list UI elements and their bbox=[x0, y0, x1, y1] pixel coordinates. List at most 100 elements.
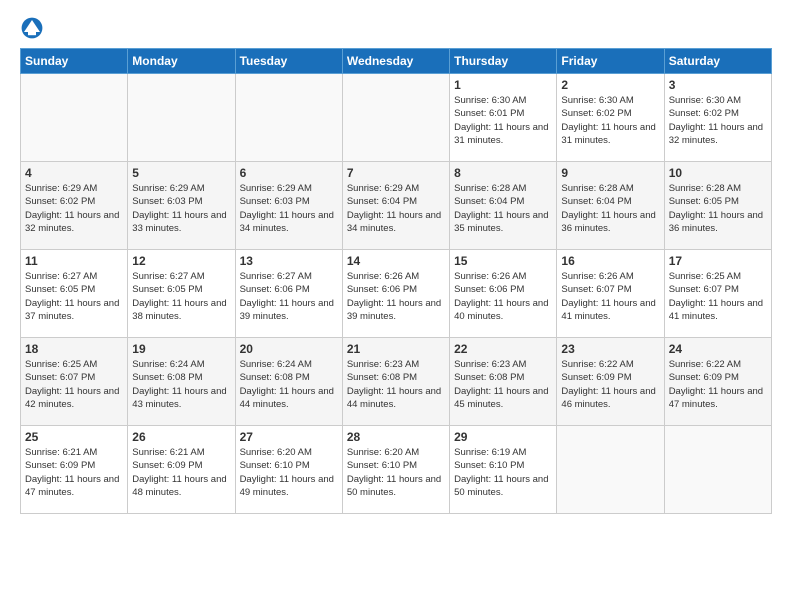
day-number: 19 bbox=[132, 342, 230, 356]
day-number: 9 bbox=[561, 166, 659, 180]
calendar-cell: 22 Sunrise: 6:23 AM Sunset: 6:08 PM Dayli… bbox=[450, 338, 557, 426]
day-number: 22 bbox=[454, 342, 552, 356]
day-header-tuesday: Tuesday bbox=[235, 49, 342, 74]
day-number: 3 bbox=[669, 78, 767, 92]
day-number: 1 bbox=[454, 78, 552, 92]
day-detail: Sunrise: 6:22 AM Sunset: 6:09 PM Dayligh… bbox=[669, 358, 767, 411]
day-detail: Sunrise: 6:27 AM Sunset: 6:05 PM Dayligh… bbox=[132, 270, 230, 323]
logo bbox=[20, 16, 48, 40]
day-number: 5 bbox=[132, 166, 230, 180]
calendar-week-1: 1 Sunrise: 6:30 AM Sunset: 6:01 PM Daylig… bbox=[21, 74, 772, 162]
calendar-cell: 2 Sunrise: 6:30 AM Sunset: 6:02 PM Daylig… bbox=[557, 74, 664, 162]
calendar-cell bbox=[21, 74, 128, 162]
day-number: 6 bbox=[240, 166, 338, 180]
day-detail: Sunrise: 6:24 AM Sunset: 6:08 PM Dayligh… bbox=[132, 358, 230, 411]
calendar-table: SundayMondayTuesdayWednesdayThursdayFrid… bbox=[20, 48, 772, 514]
calendar-cell: 19 Sunrise: 6:24 AM Sunset: 6:08 PM Dayli… bbox=[128, 338, 235, 426]
day-detail: Sunrise: 6:22 AM Sunset: 6:09 PM Dayligh… bbox=[561, 358, 659, 411]
day-number: 4 bbox=[25, 166, 123, 180]
day-number: 12 bbox=[132, 254, 230, 268]
calendar-cell: 28 Sunrise: 6:20 AM Sunset: 6:10 PM Dayli… bbox=[342, 426, 449, 514]
calendar-cell: 15 Sunrise: 6:26 AM Sunset: 6:06 PM Dayli… bbox=[450, 250, 557, 338]
day-header-monday: Monday bbox=[128, 49, 235, 74]
day-detail: Sunrise: 6:28 AM Sunset: 6:04 PM Dayligh… bbox=[561, 182, 659, 235]
calendar-week-3: 11 Sunrise: 6:27 AM Sunset: 6:05 PM Dayli… bbox=[21, 250, 772, 338]
calendar-cell: 5 Sunrise: 6:29 AM Sunset: 6:03 PM Daylig… bbox=[128, 162, 235, 250]
day-detail: Sunrise: 6:25 AM Sunset: 6:07 PM Dayligh… bbox=[25, 358, 123, 411]
day-number: 8 bbox=[454, 166, 552, 180]
day-number: 29 bbox=[454, 430, 552, 444]
calendar-week-4: 18 Sunrise: 6:25 AM Sunset: 6:07 PM Dayli… bbox=[21, 338, 772, 426]
calendar-cell: 24 Sunrise: 6:22 AM Sunset: 6:09 PM Dayli… bbox=[664, 338, 771, 426]
logo-icon bbox=[20, 16, 44, 40]
calendar-cell: 12 Sunrise: 6:27 AM Sunset: 6:05 PM Dayli… bbox=[128, 250, 235, 338]
calendar-cell bbox=[557, 426, 664, 514]
calendar-cell: 3 Sunrise: 6:30 AM Sunset: 6:02 PM Daylig… bbox=[664, 74, 771, 162]
day-detail: Sunrise: 6:30 AM Sunset: 6:02 PM Dayligh… bbox=[669, 94, 767, 147]
calendar-cell: 6 Sunrise: 6:29 AM Sunset: 6:03 PM Daylig… bbox=[235, 162, 342, 250]
day-detail: Sunrise: 6:30 AM Sunset: 6:01 PM Dayligh… bbox=[454, 94, 552, 147]
calendar-cell: 11 Sunrise: 6:27 AM Sunset: 6:05 PM Dayli… bbox=[21, 250, 128, 338]
calendar-cell: 1 Sunrise: 6:30 AM Sunset: 6:01 PM Daylig… bbox=[450, 74, 557, 162]
day-number: 24 bbox=[669, 342, 767, 356]
day-detail: Sunrise: 6:23 AM Sunset: 6:08 PM Dayligh… bbox=[454, 358, 552, 411]
day-detail: Sunrise: 6:21 AM Sunset: 6:09 PM Dayligh… bbox=[132, 446, 230, 499]
calendar-cell: 7 Sunrise: 6:29 AM Sunset: 6:04 PM Daylig… bbox=[342, 162, 449, 250]
day-detail: Sunrise: 6:19 AM Sunset: 6:10 PM Dayligh… bbox=[454, 446, 552, 499]
calendar-header-row: SundayMondayTuesdayWednesdayThursdayFrid… bbox=[21, 49, 772, 74]
calendar-cell bbox=[342, 74, 449, 162]
calendar-week-2: 4 Sunrise: 6:29 AM Sunset: 6:02 PM Daylig… bbox=[21, 162, 772, 250]
day-number: 21 bbox=[347, 342, 445, 356]
day-header-saturday: Saturday bbox=[664, 49, 771, 74]
header bbox=[20, 16, 772, 40]
calendar-cell: 10Sunrise: 6:28 AM Sunset: 6:05 PM Dayli… bbox=[664, 162, 771, 250]
calendar-cell: 18 Sunrise: 6:25 AM Sunset: 6:07 PM Dayli… bbox=[21, 338, 128, 426]
calendar-cell: 23 Sunrise: 6:22 AM Sunset: 6:09 PM Dayli… bbox=[557, 338, 664, 426]
calendar-cell: 8Sunrise: 6:28 AM Sunset: 6:04 PM Daylig… bbox=[450, 162, 557, 250]
day-detail: Sunrise: 6:27 AM Sunset: 6:05 PM Dayligh… bbox=[25, 270, 123, 323]
calendar-body: 1 Sunrise: 6:30 AM Sunset: 6:01 PM Daylig… bbox=[21, 74, 772, 514]
day-number: 26 bbox=[132, 430, 230, 444]
day-detail: Sunrise: 6:30 AM Sunset: 6:02 PM Dayligh… bbox=[561, 94, 659, 147]
day-number: 14 bbox=[347, 254, 445, 268]
day-number: 7 bbox=[347, 166, 445, 180]
day-number: 27 bbox=[240, 430, 338, 444]
calendar-cell: 9 Sunrise: 6:28 AM Sunset: 6:04 PM Daylig… bbox=[557, 162, 664, 250]
calendar-cell bbox=[235, 74, 342, 162]
day-number: 16 bbox=[561, 254, 659, 268]
day-detail: Sunrise: 6:20 AM Sunset: 6:10 PM Dayligh… bbox=[347, 446, 445, 499]
day-detail: Sunrise: 6:28 AM Sunset: 6:05 PM Dayligh… bbox=[669, 182, 767, 235]
calendar-cell: 14Sunrise: 6:26 AM Sunset: 6:06 PM Dayli… bbox=[342, 250, 449, 338]
calendar-cell: 25Sunrise: 6:21 AM Sunset: 6:09 PM Dayli… bbox=[21, 426, 128, 514]
day-header-wednesday: Wednesday bbox=[342, 49, 449, 74]
day-detail: Sunrise: 6:26 AM Sunset: 6:06 PM Dayligh… bbox=[454, 270, 552, 323]
day-detail: Sunrise: 6:25 AM Sunset: 6:07 PM Dayligh… bbox=[669, 270, 767, 323]
day-number: 15 bbox=[454, 254, 552, 268]
day-detail: Sunrise: 6:29 AM Sunset: 6:03 PM Dayligh… bbox=[240, 182, 338, 235]
calendar-cell: 21 Sunrise: 6:23 AM Sunset: 6:08 PM Dayli… bbox=[342, 338, 449, 426]
day-number: 13 bbox=[240, 254, 338, 268]
calendar-cell: 13 Sunrise: 6:27 AM Sunset: 6:06 PM Dayli… bbox=[235, 250, 342, 338]
calendar-cell: 17 Sunrise: 6:25 AM Sunset: 6:07 PM Dayli… bbox=[664, 250, 771, 338]
calendar-cell: 20Sunrise: 6:24 AM Sunset: 6:08 PM Dayli… bbox=[235, 338, 342, 426]
day-header-sunday: Sunday bbox=[21, 49, 128, 74]
calendar-week-5: 25 Sunrise: 6:21 AM Sunset: 6:09 PM Dayli… bbox=[21, 426, 772, 514]
day-detail: Sunrise: 6:26 AM Sunset: 6:07 PM Dayligh… bbox=[561, 270, 659, 323]
day-number: 28 bbox=[347, 430, 445, 444]
calendar-cell: 4 Sunrise: 6:29 AM Sunset: 6:02 PM Daylig… bbox=[21, 162, 128, 250]
day-number: 17 bbox=[669, 254, 767, 268]
day-detail: Sunrise: 6:27 AM Sunset: 6:06 PM Dayligh… bbox=[240, 270, 338, 323]
calendar-cell: 16 Sunrise: 6:26 AM Sunset: 6:07 PM Dayli… bbox=[557, 250, 664, 338]
day-number: 2 bbox=[561, 78, 659, 92]
day-detail: Sunrise: 6:29 AM Sunset: 6:04 PM Dayligh… bbox=[347, 182, 445, 235]
calendar-cell: 27Sunrise: 6:20 AM Sunset: 6:10 PM Dayli… bbox=[235, 426, 342, 514]
day-number: 11 bbox=[25, 254, 123, 268]
day-number: 25 bbox=[25, 430, 123, 444]
day-detail: Sunrise: 6:23 AM Sunset: 6:08 PM Dayligh… bbox=[347, 358, 445, 411]
day-number: 20 bbox=[240, 342, 338, 356]
day-detail: Sunrise: 6:29 AM Sunset: 6:02 PM Dayligh… bbox=[25, 182, 123, 235]
calendar-cell: 26 Sunrise: 6:21 AM Sunset: 6:09 PM Dayli… bbox=[128, 426, 235, 514]
day-number: 18 bbox=[25, 342, 123, 356]
day-number: 23 bbox=[561, 342, 659, 356]
day-detail: Sunrise: 6:29 AM Sunset: 6:03 PM Dayligh… bbox=[132, 182, 230, 235]
